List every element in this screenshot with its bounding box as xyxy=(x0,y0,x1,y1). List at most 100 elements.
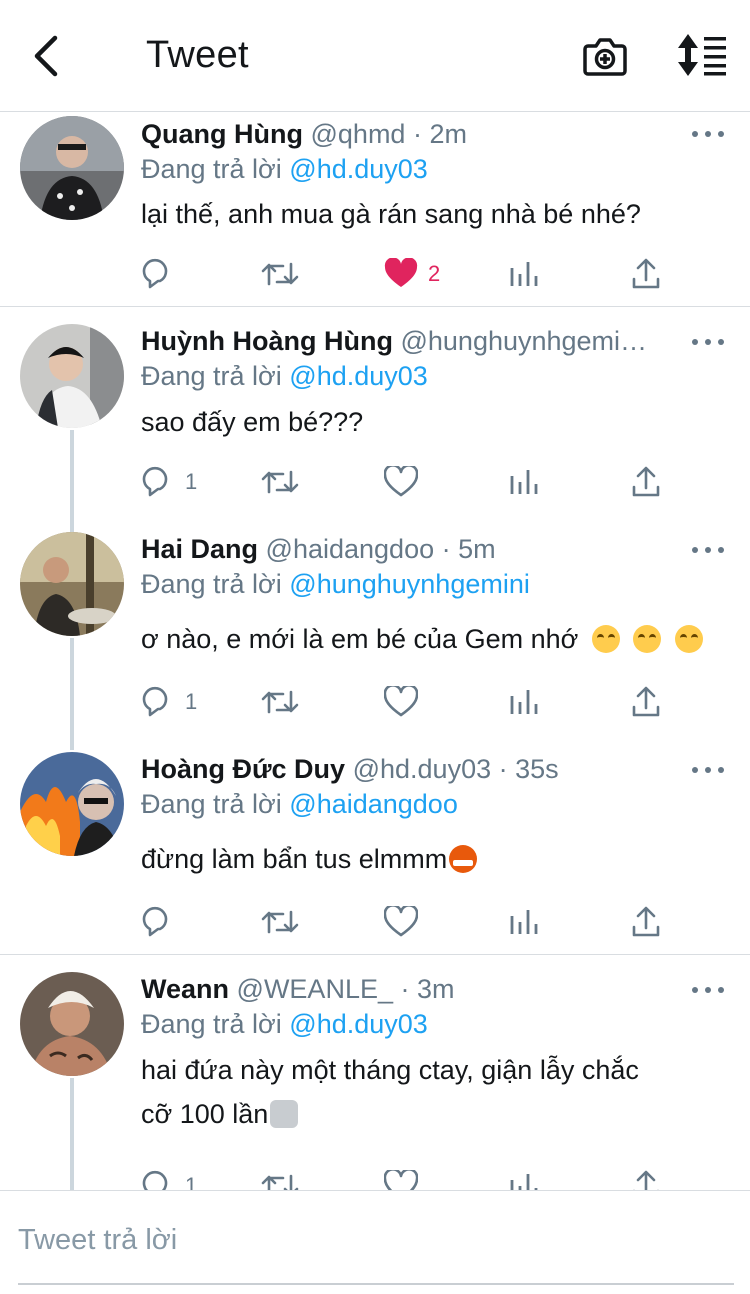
reply-feed[interactable]: Quang Hùng @qhmd · 2m Đang trả lời @hd.d… xyxy=(0,112,750,1190)
avatar[interactable] xyxy=(20,324,124,428)
sort-button[interactable] xyxy=(676,32,728,78)
tweet[interactable]: Weann @WEANLE_ · 3m Đang trả lời @hd.duy… xyxy=(0,972,750,1190)
tweet[interactable]: Quang Hùng @qhmd · 2m Đang trả lời @hd.d… xyxy=(0,112,750,307)
camera-button[interactable] xyxy=(582,34,628,78)
display-name[interactable]: Hoàng Đức Duy xyxy=(141,754,345,784)
compose-bar xyxy=(0,1190,750,1294)
reply-button[interactable] xyxy=(141,254,175,294)
bar-chart-icon xyxy=(510,470,538,494)
crying-face-icon xyxy=(674,625,703,653)
tweet-text: sao đấy em bé??? xyxy=(141,407,364,437)
top-bar: Tweet xyxy=(0,0,750,112)
timestamp[interactable]: 5m xyxy=(458,534,496,564)
retweet-button[interactable] xyxy=(261,682,299,722)
like-button[interactable] xyxy=(384,682,418,722)
divider xyxy=(0,306,750,307)
reply-button[interactable]: 1 xyxy=(141,1166,197,1190)
like-button[interactable] xyxy=(384,462,418,502)
reply-button[interactable]: 1 xyxy=(141,462,197,502)
share-button[interactable] xyxy=(631,1166,661,1190)
avatar[interactable] xyxy=(20,116,124,220)
tweet-header: Weann @WEANLE_ · 3m xyxy=(141,974,681,1005)
retweet-icon xyxy=(261,262,299,286)
bar-chart-icon xyxy=(510,262,538,286)
share-button[interactable] xyxy=(631,902,661,942)
tweet[interactable]: Hoàng Đức Duy @hd.duy03 · 35s Đang trả l… xyxy=(0,752,750,954)
display-name[interactable]: Quang Hùng xyxy=(141,119,303,149)
share-icon xyxy=(632,686,660,717)
display-name[interactable]: Hai Dang xyxy=(141,534,258,564)
reply-input[interactable] xyxy=(18,1215,734,1285)
tweet-text-content: cỡ 100 lần xyxy=(141,1099,269,1129)
more-options-button[interactable] xyxy=(692,540,724,560)
replying-to-label: Đang trả lời xyxy=(141,361,282,391)
replying-to-label: Đang trả lời xyxy=(141,1009,282,1039)
retweet-icon xyxy=(261,690,299,714)
reply-icon xyxy=(142,1170,168,1190)
stats-button[interactable] xyxy=(509,462,539,502)
tweet-text: đừng làm bẩn tus elmmm xyxy=(141,837,731,881)
retweet-icon xyxy=(261,910,299,934)
retweet-button[interactable] xyxy=(261,462,299,502)
avatar[interactable] xyxy=(20,532,124,636)
retweet-button[interactable] xyxy=(261,902,299,942)
like-button[interactable]: 2 xyxy=(384,254,440,294)
retweet-button[interactable] xyxy=(261,1166,299,1190)
display-name[interactable]: Weann xyxy=(141,974,229,1004)
stats-button[interactable] xyxy=(509,254,539,294)
timestamp[interactable]: 3m xyxy=(417,974,455,1004)
like-button[interactable] xyxy=(384,902,418,942)
share-button[interactable] xyxy=(631,682,661,722)
stats-button[interactable] xyxy=(509,682,539,722)
display-name[interactable]: Huỳnh Hoàng Hùng xyxy=(141,326,393,356)
avatar[interactable] xyxy=(20,752,124,856)
more-options-button[interactable] xyxy=(692,760,724,780)
handle[interactable]: @hunghuynhgemi… xyxy=(400,326,647,356)
reply-button[interactable]: 1 xyxy=(141,682,197,722)
heart-icon xyxy=(384,686,418,717)
like-button[interactable] xyxy=(384,1166,418,1190)
camera-plus-icon xyxy=(583,38,627,76)
crying-face-icon xyxy=(633,625,662,653)
handle[interactable]: @hd.duy03 xyxy=(353,754,492,784)
replying-to: Đang trả lời @hd.duy03 xyxy=(141,1009,428,1040)
heart-icon xyxy=(384,906,418,937)
more-options-button[interactable] xyxy=(692,980,724,1000)
reply-icon xyxy=(142,258,168,289)
more-options-button[interactable] xyxy=(692,124,724,144)
reply-icon xyxy=(142,686,168,717)
mention-link[interactable]: @haidangdoo xyxy=(289,789,458,819)
share-button[interactable] xyxy=(631,462,661,502)
avatar[interactable] xyxy=(20,972,124,1076)
bar-chart-icon xyxy=(510,910,538,934)
tweet[interactable]: Hai Dang @haidangdoo · 5m Đang trả lời @… xyxy=(0,532,750,750)
more-options-button[interactable] xyxy=(692,332,724,352)
stats-button[interactable] xyxy=(509,1166,539,1190)
back-button[interactable] xyxy=(26,30,66,82)
reply-button[interactable] xyxy=(141,902,175,942)
timestamp[interactable]: 2m xyxy=(429,119,467,149)
mention-link[interactable]: @hunghuynhgemini xyxy=(289,569,530,599)
tweet-header: Hoàng Đức Duy @hd.duy03 · 35s xyxy=(141,754,681,785)
tweet-header: Hai Dang @haidangdoo · 5m xyxy=(141,534,681,565)
retweet-button[interactable] xyxy=(261,254,299,294)
divider xyxy=(0,954,750,955)
share-button[interactable] xyxy=(631,254,661,294)
mention-link[interactable]: @hd.duy03 xyxy=(289,1009,428,1039)
handle[interactable]: @WEANLE_ xyxy=(237,974,393,1004)
replying-to: Đang trả lời @haidangdoo xyxy=(141,789,458,820)
retweet-icon xyxy=(261,470,299,494)
reply-icon xyxy=(142,906,168,937)
mention-link[interactable]: @hd.duy03 xyxy=(289,154,428,184)
tweet[interactable]: Huỳnh Hoàng Hùng @hunghuynhgemi… Đang tr… xyxy=(0,324,750,530)
share-icon xyxy=(632,906,660,937)
reply-count: 1 xyxy=(185,1173,198,1190)
handle[interactable]: @qhmd xyxy=(311,119,406,149)
bar-chart-icon xyxy=(510,1174,538,1190)
tweet-text: ơ nào, e mới là em bé của Gem nhớ xyxy=(141,617,731,661)
timestamp[interactable]: 35s xyxy=(515,754,559,784)
stats-button[interactable] xyxy=(509,902,539,942)
handle[interactable]: @haidangdoo xyxy=(266,534,435,564)
replying-to-label: Đang trả lời xyxy=(141,154,282,184)
mention-link[interactable]: @hd.duy03 xyxy=(289,361,428,391)
